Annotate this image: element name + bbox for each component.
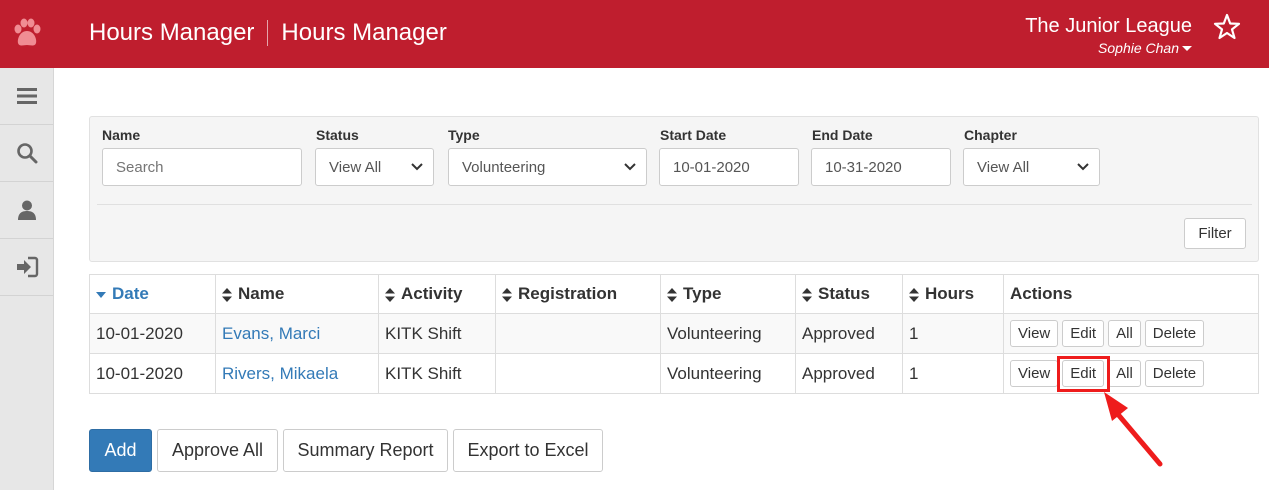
name-filter-label: Name: [102, 127, 141, 143]
column-header-registration[interactable]: Registration: [495, 274, 661, 314]
end-date-value: 10-31-2020: [825, 158, 902, 176]
cell-hours: 1: [902, 353, 1004, 394]
member-name-link[interactable]: Rivers, Mikaela: [222, 364, 338, 383]
end-date-input[interactable]: 10-31-2020: [811, 148, 951, 186]
user-menu[interactable]: Sophie Chan: [1025, 40, 1192, 56]
start-date-label: Start Date: [660, 127, 727, 143]
sort-icon: [502, 287, 512, 302]
sort-icon: [909, 287, 919, 302]
status-filter-label: Status: [316, 127, 359, 143]
chapter-select[interactable]: View All: [963, 148, 1100, 186]
column-header-activity[interactable]: Activity: [378, 274, 496, 314]
filter-button[interactable]: Filter: [1184, 218, 1246, 249]
all-button[interactable]: All: [1108, 320, 1141, 347]
column-header-type[interactable]: Type: [660, 274, 796, 314]
sort-icon: [222, 287, 232, 302]
cell-type: Volunteering: [660, 353, 796, 394]
status-select[interactable]: View All: [315, 148, 434, 186]
sort-icon: [667, 287, 677, 302]
title-divider: [267, 20, 269, 46]
cell-activity: KITK Shift: [378, 313, 496, 354]
caret-down-icon: [1182, 46, 1192, 51]
annotation-arrow-icon: [1104, 392, 1163, 467]
chapter-select-value: View All: [977, 158, 1030, 176]
app-title: Hours Manager: [89, 19, 255, 46]
cell-registration: [495, 353, 661, 394]
column-header-name[interactable]: Name: [215, 274, 379, 314]
export-excel-button[interactable]: Export to Excel: [453, 429, 603, 472]
top-bar: Hours Manager Hours Manager The Junior L…: [0, 0, 1269, 68]
delete-button[interactable]: Delete: [1144, 320, 1205, 347]
cell-status: Approved: [795, 313, 903, 354]
sign-out-icon: [16, 256, 38, 278]
start-date-value: 10-01-2020: [673, 158, 750, 176]
sidebar-item-menu[interactable]: [0, 68, 53, 125]
type-select-value: Volunteering: [462, 158, 546, 176]
sidebar-item-sign-out[interactable]: [0, 239, 53, 296]
column-header-actions: Actions: [1003, 274, 1259, 314]
view-button[interactable]: View: [1010, 360, 1059, 387]
name-search-input[interactable]: [102, 148, 302, 186]
sort-desc-icon: [96, 291, 106, 298]
chevron-down-icon: [624, 163, 636, 171]
start-date-input[interactable]: 10-01-2020: [659, 148, 799, 186]
page-title: Hours Manager: [281, 19, 447, 46]
add-button[interactable]: Add: [89, 429, 152, 472]
table-row: 10-01-2020 Evans, Marci KITK Shift Volun…: [89, 313, 1259, 354]
cell-status: Approved: [795, 353, 903, 394]
search-icon: [16, 143, 37, 164]
delete-button[interactable]: Delete: [1144, 360, 1205, 387]
star-icon[interactable]: [1212, 12, 1242, 47]
all-button[interactable]: All: [1108, 360, 1141, 387]
sidebar-item-profile[interactable]: [0, 182, 53, 239]
filter-divider: [97, 204, 1252, 205]
column-header-date[interactable]: Date: [89, 274, 216, 314]
column-header-hours[interactable]: Hours: [902, 274, 1004, 314]
cell-date: 10-01-2020: [89, 313, 216, 354]
cell-hours: 1: [902, 313, 1004, 354]
type-filter-label: Type: [448, 127, 480, 143]
chevron-down-icon: [1077, 163, 1089, 171]
chevron-down-icon: [411, 163, 423, 171]
view-button[interactable]: View: [1010, 320, 1059, 347]
type-select[interactable]: Volunteering: [448, 148, 647, 186]
table-header-row: Date Name Activity Registration Type Sta…: [89, 274, 1259, 314]
edit-button[interactable]: Edit: [1062, 320, 1105, 347]
cell-date: 10-01-2020: [89, 353, 216, 394]
user-name: Sophie Chan: [1098, 40, 1179, 56]
member-name-link[interactable]: Evans, Marci: [222, 324, 320, 343]
status-select-value: View All: [329, 158, 382, 176]
cell-actions: View Edit All Delete: [1003, 313, 1259, 354]
cell-name: Rivers, Mikaela: [215, 353, 379, 394]
cell-registration: [495, 313, 661, 354]
cell-type: Volunteering: [660, 313, 796, 354]
approve-all-button[interactable]: Approve All: [157, 429, 278, 472]
sidebar-item-search[interactable]: [0, 125, 53, 182]
cell-name: Evans, Marci: [215, 313, 379, 354]
user-icon: [17, 200, 36, 220]
column-header-status[interactable]: Status: [795, 274, 903, 314]
sort-icon: [385, 287, 395, 302]
summary-report-button[interactable]: Summary Report: [283, 429, 448, 472]
edit-highlight-box: [1057, 356, 1110, 392]
paw-logo-icon[interactable]: [0, 0, 54, 68]
end-date-label: End Date: [812, 127, 873, 143]
menu-icon: [16, 88, 37, 104]
organization-name: The Junior League: [1025, 15, 1192, 37]
sidebar: [0, 68, 54, 490]
chapter-filter-label: Chapter: [964, 127, 1017, 143]
cell-activity: KITK Shift: [378, 353, 496, 394]
sort-icon: [802, 287, 812, 302]
